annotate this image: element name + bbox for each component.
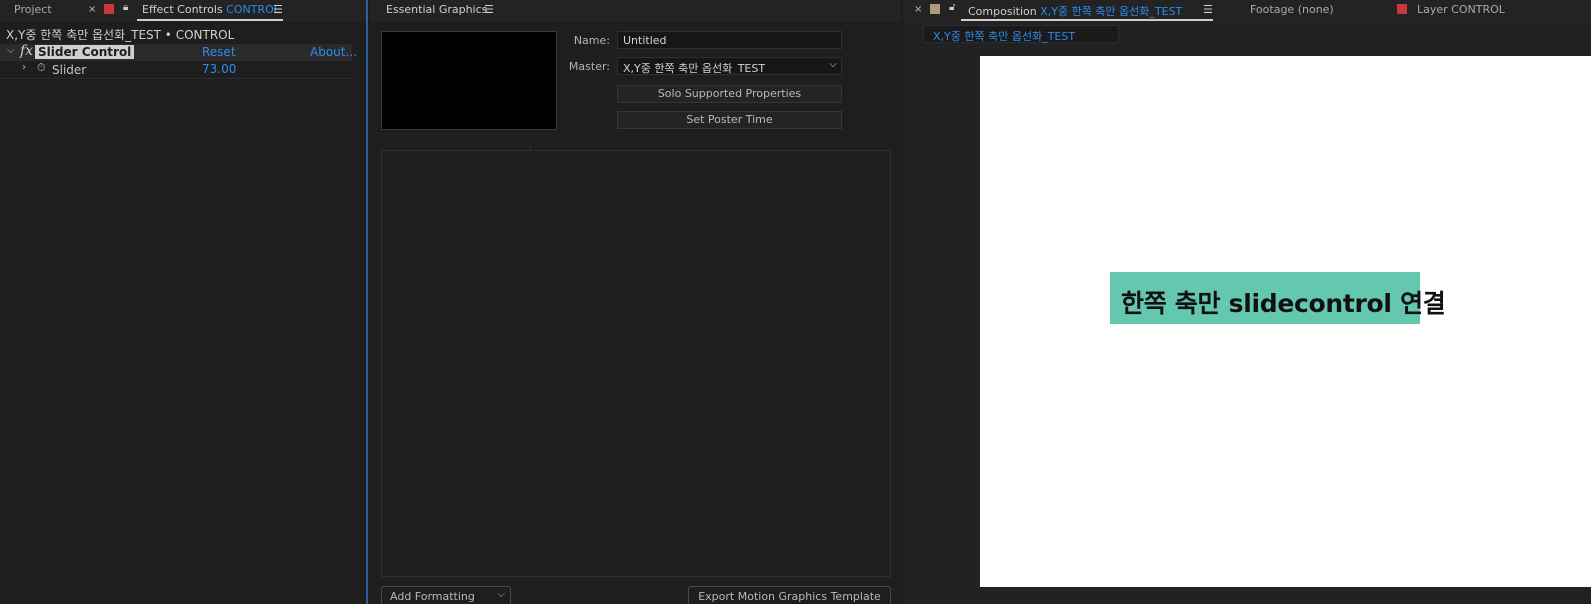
right-tab-bar: × 🔓︎ Composition X,Y중 한쪽 축만 옵선화_TEST ☰ F…	[903, 0, 1591, 22]
name-label: Name:	[573, 34, 610, 47]
reset-link[interactable]: Reset	[202, 45, 236, 59]
effect-name[interactable]: Slider Control	[35, 45, 135, 59]
panel-menu-icon[interactable]: ☰	[273, 3, 283, 16]
effect-controls-header: X,Y중 한쪽 축만 옵선화_TEST • CONTROL	[6, 28, 235, 42]
master-value: X,Y중 한쪽 축만 옵선화_TEST	[623, 62, 766, 75]
close-icon[interactable]: ×	[88, 4, 96, 15]
lock-icon[interactable]: 🔒︎	[123, 2, 128, 13]
fx-icon[interactable]: fx	[20, 43, 33, 59]
twirl-right-icon[interactable]: ›	[22, 62, 26, 73]
composition-navigator-chip[interactable]: X,Y중 한쪽 축만 옵선화_TEST	[923, 25, 1119, 43]
effect-controls-panel: Project × 🔒︎ Effect Controls CONTROL ☰ X…	[0, 0, 368, 604]
label-color-swatch	[930, 4, 940, 14]
master-label: Master:	[568, 60, 610, 73]
tab-layer[interactable]: Layer CONTROL	[1417, 3, 1505, 16]
set-poster-time-button[interactable]: Set Poster Time	[617, 111, 842, 129]
properties-drop-area[interactable]	[381, 150, 891, 577]
tab-composition-label: Composition	[968, 5, 1037, 18]
master-dropdown[interactable]: X,Y중 한쪽 축만 옵선화_TEST ⌵	[617, 57, 842, 75]
solo-supported-properties-button[interactable]: Solo Supported Properties	[617, 85, 842, 103]
label-color-swatch	[1397, 4, 1407, 14]
lock-icon[interactable]: 🔓︎	[949, 2, 955, 13]
poster-thumbnail	[381, 31, 557, 130]
essential-graphics-panel: Essential Graphics ☰ Name: Untitled Mast…	[370, 0, 901, 604]
divider	[530, 140, 531, 150]
tab-footage[interactable]: Footage (none)	[1250, 3, 1334, 16]
row-divider	[0, 78, 352, 79]
composition-panel: × 🔓︎ Composition X,Y중 한쪽 축만 옵선화_TEST ☰ F…	[903, 0, 1591, 604]
about-link[interactable]: About...	[310, 45, 357, 59]
panel-menu-icon[interactable]: ☰	[1203, 3, 1213, 16]
name-field[interactable]: Untitled	[617, 31, 842, 49]
twirl-down-icon[interactable]: ⌵	[7, 45, 15, 56]
property-row-slider[interactable]: › ⏱︎ Slider 73.00	[0, 61, 352, 78]
tab-composition[interactable]: Composition X,Y중 한쪽 축만 옵선화_TEST	[968, 3, 1182, 19]
left-tab-bar: Project × 🔒︎ Effect Controls CONTROL ☰	[0, 0, 366, 22]
add-formatting-dropdown[interactable]: Add Formatting ⌵	[381, 586, 511, 604]
tab-composition-name: X,Y중 한쪽 축만 옵선화_TEST	[1040, 5, 1183, 18]
property-name: Slider	[52, 63, 87, 77]
export-mogrt-button[interactable]: Export Motion Graphics Template	[688, 586, 891, 604]
chevron-down-icon: ⌵	[497, 589, 505, 600]
slider-value[interactable]: 73.00	[202, 62, 236, 76]
add-formatting-label: Add Formatting	[390, 590, 475, 603]
stopwatch-icon[interactable]: ⏱︎	[37, 61, 46, 75]
chevron-down-icon: ⌵	[829, 59, 837, 70]
composition-canvas[interactable]: 한쪽 축만 slidecontrol 연결	[980, 56, 1591, 587]
active-tab-underline	[137, 19, 283, 21]
tab-effect-controls-layer: CONTROL	[226, 3, 280, 16]
tab-essential-graphics[interactable]: Essential Graphics	[386, 3, 487, 16]
effect-row-slider-control[interactable]: ⌵ fx Slider Control Reset About...	[0, 43, 357, 61]
mid-tab-bar: Essential Graphics ☰	[370, 0, 901, 22]
panel-menu-icon[interactable]: ☰	[484, 3, 494, 16]
active-tab-underline	[961, 19, 1213, 21]
canvas-text-layer[interactable]: 한쪽 축만 slidecontrol 연결	[1121, 284, 1446, 320]
tab-effect-controls-label: Effect Controls	[142, 3, 223, 16]
tab-effect-controls[interactable]: Effect Controls CONTROL	[142, 3, 280, 16]
close-icon[interactable]: ×	[914, 4, 922, 15]
label-color-swatch	[104, 4, 114, 14]
tab-project[interactable]: Project	[14, 3, 52, 16]
